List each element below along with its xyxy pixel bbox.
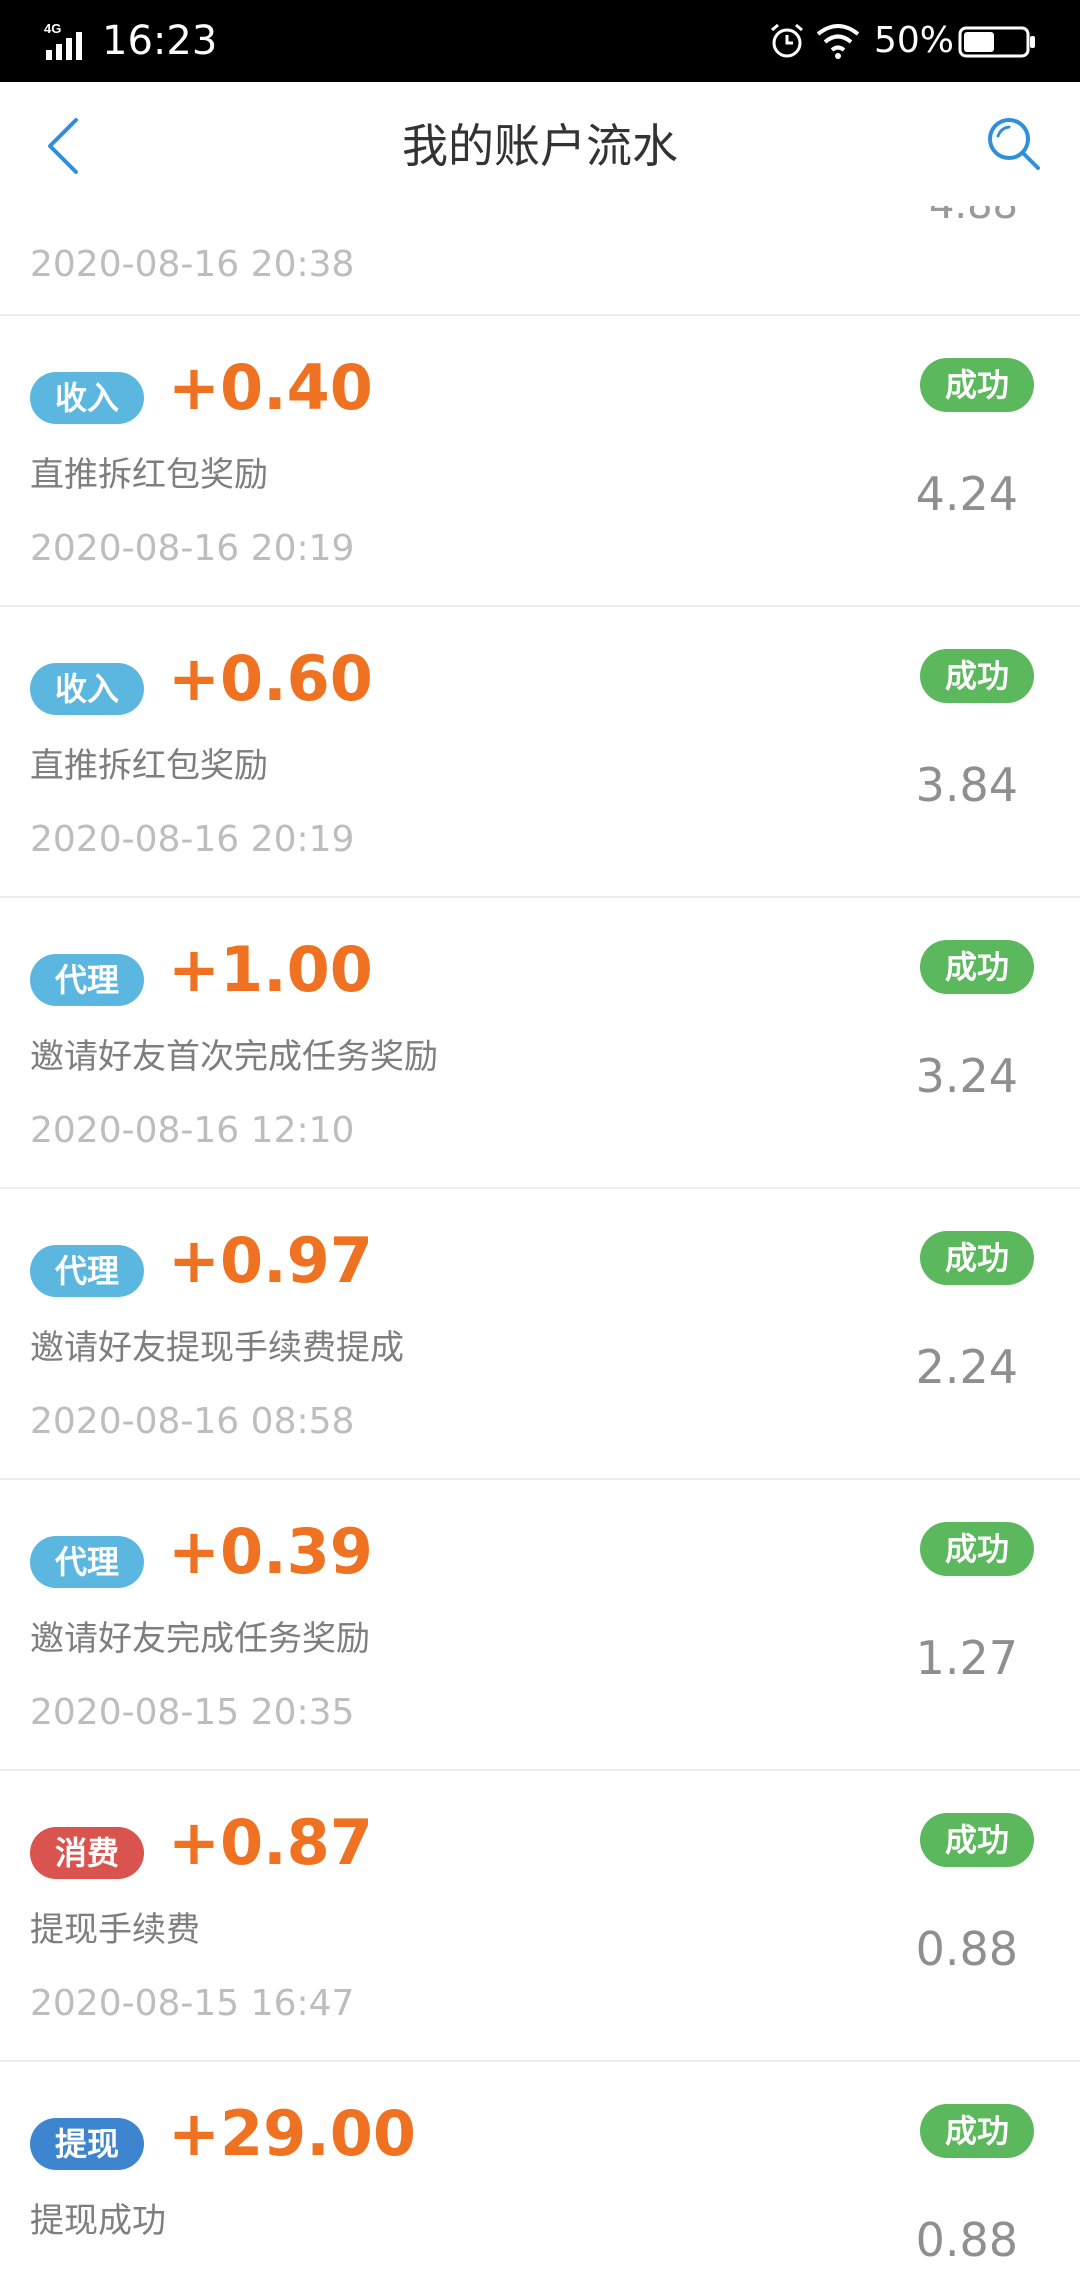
battery-percent: 50% (874, 20, 955, 61)
transaction-amount: +1.00 (168, 933, 373, 1006)
alarm-icon (771, 23, 803, 58)
page-title: 我的账户流水 (402, 119, 678, 173)
category-tag: 代理 (30, 1536, 144, 1588)
transaction-time: 2020-08-16 12:10 (30, 1110, 355, 1151)
balance-value: 2.24 (915, 1340, 1018, 1394)
list-item[interactable]: 提现 +29.00 提现成功 成功 0.88 (0, 2062, 1080, 2280)
transaction-time: 2020-08-15 20:35 (30, 1692, 355, 1733)
category-tag: 收入 (30, 372, 144, 424)
transaction-description: 邀请好友首次完成任务奖励 (30, 1037, 438, 1077)
transaction-time: 2020-08-16 20:19 (30, 528, 355, 569)
transaction-time: 2020-08-16 20:19 (30, 819, 355, 860)
transaction-amount: +0.97 (168, 1224, 373, 1297)
transaction-time: 2020-08-15 16:47 (30, 1983, 355, 2024)
signal-icon: 4G (44, 21, 82, 60)
balance-value: 3.84 (915, 758, 1018, 812)
list-item[interactable]: 代理 +0.39 邀请好友完成任务奖励 2020-08-15 20:35 成功 … (0, 1480, 1080, 1771)
category-tag: 消费 (30, 1827, 144, 1879)
header-bar: 我的账户流水 (0, 82, 1080, 206)
transaction-time: 2020-08-16 20:38 (30, 244, 355, 285)
network-label: 4G (44, 21, 61, 36)
transaction-amount: +29.00 (168, 2097, 417, 2170)
transaction-amount: +0.39 (168, 1515, 373, 1588)
list-item[interactable]: 消费 +0.87 提现手续费 2020-08-15 16:47 成功 0.88 (0, 1771, 1080, 2062)
transaction-description: 直推拆红包奖励 (30, 455, 268, 495)
transaction-amount: +0.60 (168, 642, 373, 715)
transaction-time: 2020-08-16 08:58 (30, 1401, 355, 1442)
list-item[interactable]: 代理 +1.00 邀请好友首次完成任务奖励 2020-08-16 12:10 成… (0, 898, 1080, 1189)
category-tag: 提现 (30, 2118, 144, 2170)
status-badge: 成功 (920, 1231, 1034, 1285)
balance-value: 3.24 (915, 1049, 1018, 1103)
status-badge: 成功 (920, 1813, 1034, 1867)
transaction-description: 提现成功 (30, 2201, 166, 2241)
transaction-amount: +0.87 (168, 1806, 373, 1879)
transaction-description: 提现手续费 (30, 1910, 200, 1950)
category-tag: 代理 (30, 954, 144, 1006)
category-tag: 代理 (30, 1245, 144, 1297)
list-item[interactable]: 收入 +0.40 直推拆红包奖励 2020-08-16 20:19 成功 4.2… (0, 316, 1080, 607)
status-badge: 成功 (920, 2104, 1034, 2158)
balance-value: 4.24 (915, 467, 1018, 521)
transaction-description: 邀请好友提现手续费提成 (30, 1328, 404, 1368)
status-badge: 成功 (920, 649, 1034, 703)
list-item-partial[interactable]: 4.88 2020-08-16 20:38 (0, 206, 1080, 316)
balance-value: 0.88 (915, 2213, 1018, 2267)
status-badge: 成功 (920, 1522, 1034, 1576)
search-icon[interactable] (984, 114, 1044, 174)
list-item[interactable]: 代理 +0.97 邀请好友提现手续费提成 2020-08-16 08:58 成功… (0, 1189, 1080, 1480)
status-badge: 成功 (920, 358, 1034, 412)
wifi-icon (816, 24, 860, 59)
balance-value: 0.88 (915, 1922, 1018, 1976)
transaction-description: 邀请好友完成任务奖励 (30, 1619, 370, 1659)
status-bar: 4G 16:23 50% (0, 0, 1080, 82)
battery-icon (958, 26, 1035, 58)
transaction-rows: 收入 +0.40 直推拆红包奖励 2020-08-16 20:19 成功 4.2… (0, 316, 1080, 2280)
transaction-amount: +0.40 (168, 351, 373, 424)
balance-value: 4.88 (929, 206, 1018, 230)
category-tag: 收入 (30, 663, 144, 715)
transaction-description: 直推拆红包奖励 (30, 746, 268, 786)
list-item[interactable]: 收入 +0.60 直推拆红包奖励 2020-08-16 20:19 成功 3.8… (0, 607, 1080, 898)
clock: 16:23 (102, 18, 218, 64)
status-badge: 成功 (920, 940, 1034, 994)
transaction-list[interactable]: 4.88 2020-08-16 20:38 收入 +0.40 直推拆红包奖励 2… (0, 206, 1080, 2280)
balance-value: 1.27 (915, 1631, 1018, 1685)
